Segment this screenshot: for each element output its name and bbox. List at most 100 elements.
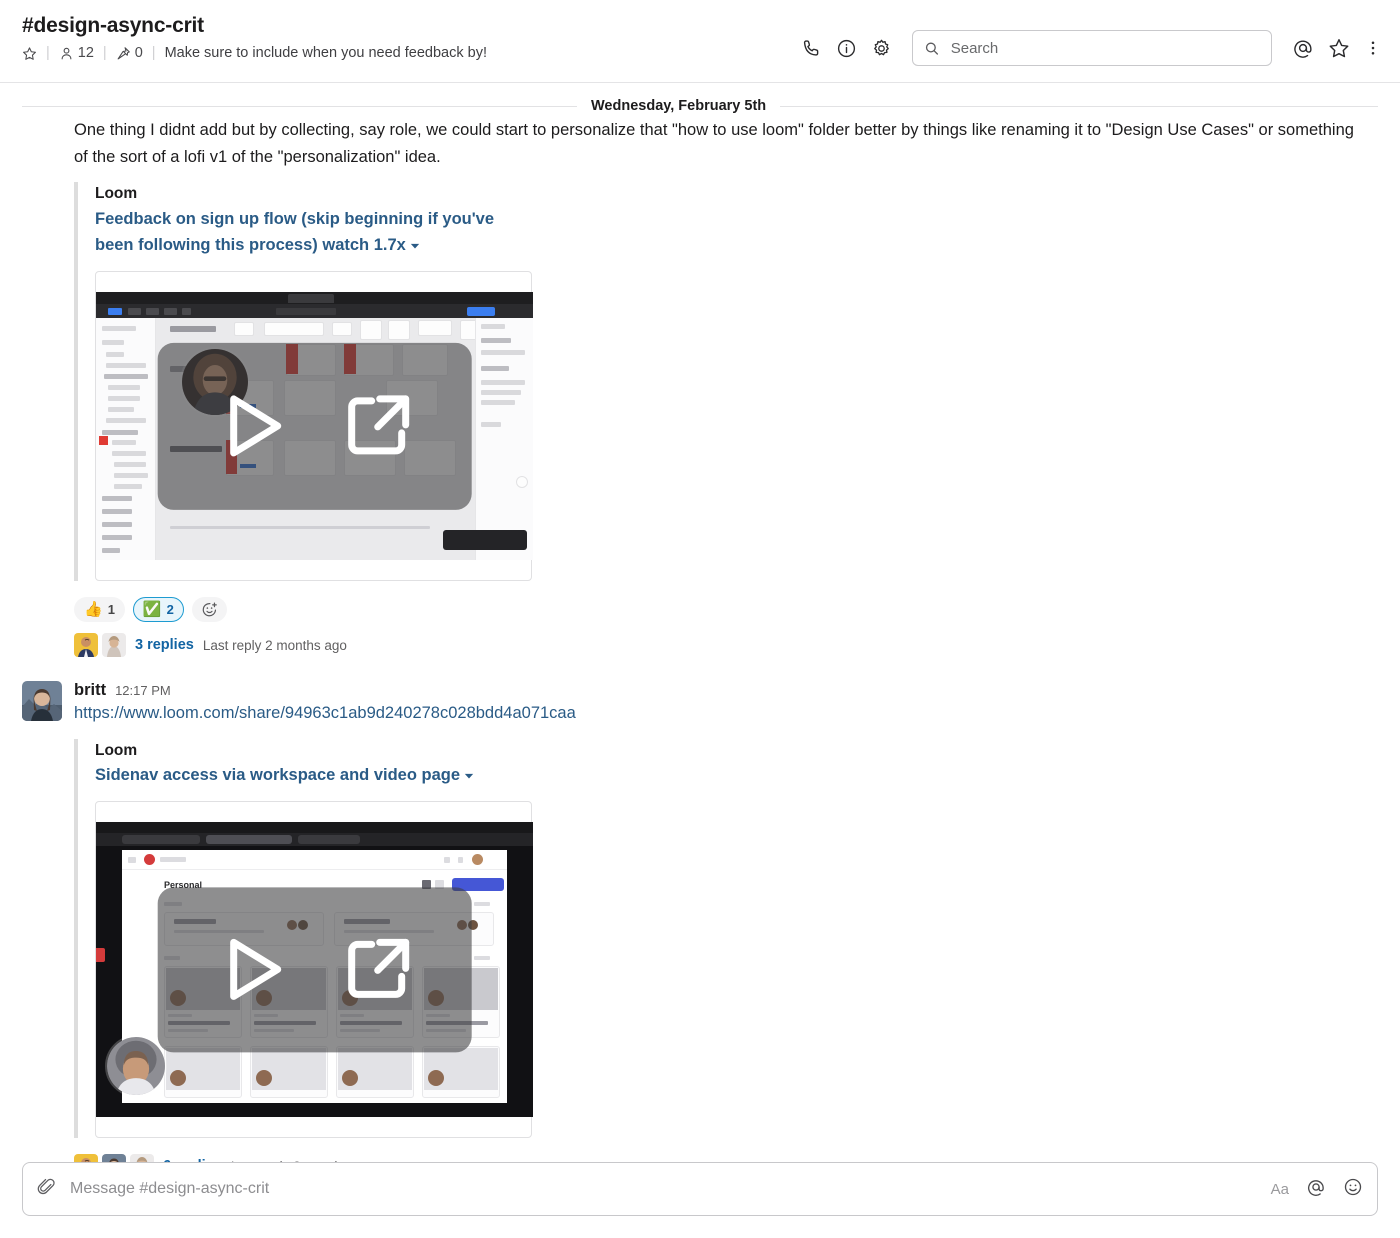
paperclip-icon (37, 1178, 55, 1195)
loom-attachment: Loom Sidenav access via workspace and vi… (74, 739, 534, 1139)
reaction-count: 1 (107, 602, 115, 618)
message-author[interactable]: britt (74, 681, 106, 700)
attachment-title-link[interactable]: Sidenav access via workspace and video p… (95, 762, 525, 789)
attachment-service-name: Loom (95, 742, 138, 760)
date-divider-label: Wednesday, February 5th (591, 98, 767, 114)
play-triangle-icon[interactable] (214, 933, 288, 1007)
avatar-photo (102, 633, 126, 658)
info-circle-icon (837, 39, 856, 57)
video-thumbnail[interactable]: Personal (96, 822, 533, 1118)
video-thumbnail-frame (95, 271, 533, 582)
add-reaction-button[interactable] (191, 597, 227, 623)
channel-pins-button[interactable]: 0 (116, 45, 143, 61)
thread-replies-link[interactable]: 3 replies Last reply 2 months ago (22, 633, 1378, 658)
mentions-button[interactable] (1292, 37, 1314, 59)
message-text: One thing I didnt add but by collecting,… (74, 121, 1354, 166)
avatar-photo (22, 681, 62, 722)
webcam-bubble (105, 1035, 167, 1098)
date-divider: Wednesday, February 5th (0, 95, 1400, 117)
chevron-down-icon[interactable] (410, 233, 420, 260)
kebab-menu-icon (1371, 41, 1375, 55)
start-call-button[interactable] (801, 38, 822, 59)
video-play-overlay[interactable] (157, 887, 472, 1053)
mock-file-tab (288, 294, 334, 304)
message-item: One thing I didnt add but by collecting,… (0, 117, 1400, 658)
white-check-mark-icon: ✅ (142, 601, 162, 619)
channel-header: #design-async-crit | 12 | 0 | Make sure … (0, 0, 1400, 83)
reaction-white-check-mark[interactable]: ✅ 2 (132, 597, 184, 623)
channel-members-count: 12 (77, 45, 94, 62)
attachment-title-link[interactable]: Feedback on sign up flow (skip beginning… (95, 206, 525, 260)
mention-someone-button[interactable] (1306, 1177, 1326, 1202)
gear-icon (874, 39, 889, 55)
channel-members-button[interactable]: 12 (59, 45, 94, 61)
at-mention-icon (1294, 40, 1312, 58)
mock-filename (276, 308, 336, 316)
avatar (102, 633, 126, 658)
mock-properties-panel (475, 318, 533, 561)
divider: | (151, 45, 156, 62)
message-url-link[interactable]: https://www.loom.com/share/94963c1ab9d24… (74, 704, 576, 722)
formatting-button[interactable]: Aa (1271, 1181, 1289, 1198)
mock-os-menubar (96, 822, 533, 834)
message-input[interactable] (68, 1179, 1271, 1199)
video-play-overlay[interactable] (157, 343, 472, 510)
message-list: Wednesday, February 5th One thing I didn… (0, 95, 1400, 1179)
mock-tool (146, 308, 159, 316)
reaction-thumbsup[interactable]: 👍 1 (74, 597, 125, 623)
star-outline-icon (1329, 39, 1349, 58)
channel-topic[interactable]: Make sure to include when you need feedb… (165, 45, 487, 61)
thumbsup-icon: 👍 (84, 601, 103, 619)
message-item: britt 12:17 PM https://www.loom.com/shar… (0, 681, 1400, 1179)
saved-items-button[interactable] (1328, 37, 1350, 59)
attachment-service-name: Loom (95, 185, 138, 203)
reaction-count: 2 (166, 602, 174, 618)
attach-file-button[interactable] (37, 1177, 56, 1201)
mock-share-button (467, 307, 495, 317)
mock-tool (108, 308, 122, 316)
avatar-photo (107, 1037, 165, 1096)
avatar[interactable] (22, 681, 62, 722)
message-timestamp[interactable]: 12:17 PM (115, 683, 171, 698)
search-box[interactable] (912, 30, 1272, 66)
message-reactions: 👍 1 ✅ 2 (22, 597, 1378, 623)
channel-settings-button[interactable] (871, 38, 892, 59)
mock-loom-navbar (122, 850, 507, 871)
channel-info-button[interactable] (836, 38, 857, 59)
composer-actions: Aa (1271, 1177, 1363, 1202)
open-external-icon[interactable] (342, 933, 416, 1007)
mock-tab (122, 835, 200, 845)
divider: | (46, 45, 50, 62)
star-outline-icon (23, 46, 36, 60)
video-thumbnail[interactable] (96, 292, 533, 561)
search-input[interactable] (948, 38, 1260, 58)
mock-layers-panel (96, 318, 156, 561)
search-icon (925, 42, 939, 55)
header-actions (801, 30, 1382, 66)
mock-tool (164, 308, 177, 316)
video-thumbnail-frame: Personal (95, 801, 533, 1139)
mock-tab (298, 835, 360, 845)
pin-icon (117, 46, 130, 60)
thread-participants (74, 633, 126, 658)
avatar-photo (74, 633, 98, 658)
reply-count[interactable]: 3 replies (135, 637, 194, 653)
open-external-icon[interactable] (342, 389, 416, 463)
divider: | (102, 45, 107, 62)
last-reply-time: Last reply 2 months ago (202, 637, 347, 653)
divider-rule (22, 105, 577, 107)
more-options-button[interactable] (1364, 37, 1382, 59)
chevron-down-icon[interactable] (464, 763, 474, 790)
message-composer[interactable]: Aa (22, 1162, 1378, 1216)
play-triangle-icon[interactable] (214, 389, 288, 463)
star-channel-button[interactable] (22, 46, 37, 61)
avatar (74, 633, 98, 658)
emoji-picker-button[interactable] (1343, 1177, 1363, 1202)
at-mention-icon (1308, 1179, 1324, 1196)
phone-icon (803, 39, 819, 56)
attachment-title-text: Sidenav access via workspace and video p… (95, 766, 461, 785)
emoji-smiley-icon (1344, 1178, 1362, 1195)
channel-pins-count: 0 (134, 45, 143, 62)
mock-toast (443, 530, 527, 551)
divider-rule (780, 105, 1378, 107)
